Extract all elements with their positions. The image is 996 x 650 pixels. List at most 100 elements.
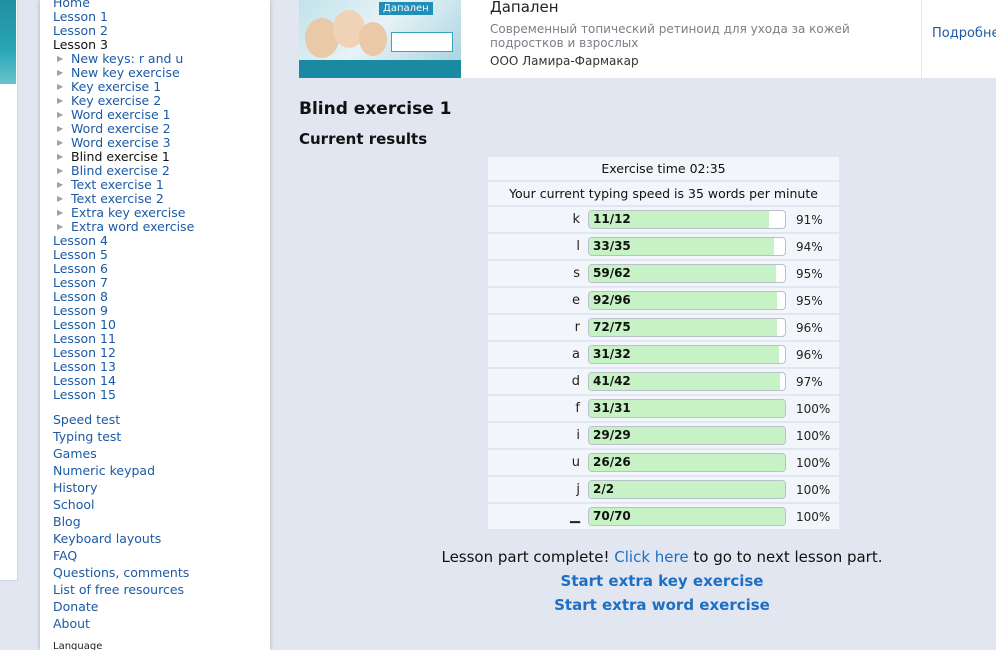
sidebar-link-lesson-12[interactable]: Lesson 12 (53, 345, 116, 360)
sidebar-item[interactable]: Lesson 6 (53, 262, 194, 276)
sidebar-link-history[interactable]: History (53, 480, 97, 495)
result-score: 33/35 (593, 239, 631, 253)
sidebar-subitem[interactable]: ▶ Word exercise 3 (57, 136, 194, 150)
sidebar-link-faq[interactable]: FAQ (53, 548, 77, 563)
sidebar-link-about[interactable]: About (53, 616, 90, 631)
sidebar-subitem[interactable]: ▶ Word exercise 1 (57, 108, 194, 122)
sidebar-item[interactable]: Lesson 5 (53, 248, 194, 262)
accuracy-bar: 70/70 (588, 507, 786, 526)
sidebar-item[interactable]: Lesson 11 (53, 332, 194, 346)
sidebar-link-blog[interactable]: Blog (53, 514, 81, 529)
sidebar-subitem[interactable]: ▶ Blind exercise 2 (57, 164, 194, 178)
sidebar-item[interactable]: List of free resources (53, 581, 189, 598)
sidebar-subitem[interactable]: ▶ Key exercise 1 (57, 80, 194, 94)
lesson-complete-message: Lesson part complete! Click here to go t… (299, 548, 996, 566)
sidebar-link-blind-exercise-2[interactable]: Blind exercise 2 (71, 163, 170, 178)
ad-more-link[interactable]: Подробне (932, 26, 996, 41)
sidebar-item[interactable]: Games (53, 445, 189, 462)
sidebar-link-free-resources[interactable]: List of free resources (53, 582, 184, 597)
sidebar-link-word-exercise-2[interactable]: Word exercise 2 (71, 121, 171, 136)
sidebar-link-lesson-8[interactable]: Lesson 8 (53, 289, 108, 304)
sidebar-lessons: Home Lesson 1 Lesson 2 Lesson 3 ▶ New key… (53, 0, 194, 402)
sidebar-link-school[interactable]: School (53, 497, 95, 512)
sidebar-item[interactable]: Speed test (53, 411, 189, 428)
sidebar-link-games[interactable]: Games (53, 446, 97, 461)
sidebar-link-lesson-4[interactable]: Lesson 4 (53, 233, 108, 248)
sidebar-link-key-exercise-2[interactable]: Key exercise 2 (71, 93, 161, 108)
start-extra-word-exercise-link[interactable]: Start extra word exercise (299, 596, 996, 614)
sidebar-link-key-exercise-1[interactable]: Key exercise 1 (71, 79, 161, 94)
sidebar-link-lesson-5[interactable]: Lesson 5 (53, 247, 108, 262)
sidebar-subitem[interactable]: ▶ Key exercise 2 (57, 94, 194, 108)
sidebar-item[interactable]: Numeric keypad (53, 462, 189, 479)
result-score: 41/42 (593, 374, 631, 388)
sidebar-link-lesson-6[interactable]: Lesson 6 (53, 261, 108, 276)
ad-title[interactable]: Дапален (490, 0, 559, 16)
sidebar-item[interactable]: Lesson 4 (53, 234, 194, 248)
sidebar-link-lesson-7[interactable]: Lesson 7 (53, 275, 108, 290)
sidebar-item[interactable]: Lesson 12 (53, 346, 194, 360)
sidebar-item[interactable]: Lesson 9 (53, 304, 194, 318)
sidebar-item[interactable]: Lesson 10 (53, 318, 194, 332)
sidebar-link-lesson-11[interactable]: Lesson 11 (53, 331, 116, 346)
sidebar-item[interactable]: About (53, 615, 189, 632)
ad-banner[interactable]: Дапален Дапален Современный топический р… (299, 0, 996, 78)
sidebar-link-lesson-15[interactable]: Lesson 15 (53, 387, 116, 402)
sidebar-link-extra-key-exercise[interactable]: Extra key exercise (71, 205, 185, 220)
sidebar-item[interactable]: Lesson 7 (53, 276, 194, 290)
sidebar-subitem[interactable]: ▶ New key exercise (57, 66, 194, 80)
sidebar-link-speed-test[interactable]: Speed test (53, 412, 120, 427)
sidebar-item[interactable]: Lesson 15 (53, 388, 194, 402)
sidebar-item[interactable]: Lesson 1 (53, 10, 194, 24)
sidebar-subitem[interactable]: ▶ New keys: r and u (57, 52, 194, 66)
sidebar-link-lesson-9[interactable]: Lesson 9 (53, 303, 108, 318)
sidebar-link-lesson-10[interactable]: Lesson 10 (53, 317, 116, 332)
sidebar-link-questions-comments[interactable]: Questions, comments (53, 565, 189, 580)
sidebar-link-text-exercise-2[interactable]: Text exercise 2 (71, 191, 164, 206)
sidebar-link-lesson-13[interactable]: Lesson 13 (53, 359, 116, 374)
sidebar-link-lesson-2[interactable]: Lesson 2 (53, 23, 108, 38)
ad-image[interactable]: Дапален (299, 0, 461, 78)
start-extra-key-exercise-link[interactable]: Start extra key exercise (299, 572, 996, 590)
result-bar-cell: 70/70 (588, 504, 788, 529)
sidebar-link-new-keys[interactable]: New keys: r and u (71, 51, 183, 66)
next-lesson-link[interactable]: Click here (614, 548, 688, 566)
ad-image-product-pack (391, 32, 453, 52)
ad-image-brand: Дапален (379, 2, 433, 15)
sidebar-subitem[interactable]: ▶ Extra word exercise (57, 220, 194, 234)
sidebar-subitem[interactable]: ▶ Word exercise 2 (57, 122, 194, 136)
sidebar-link-lesson-14[interactable]: Lesson 14 (53, 373, 116, 388)
sidebar-link-text-exercise-1[interactable]: Text exercise 1 (71, 177, 164, 192)
left-ad-banner[interactable] (0, 0, 18, 581)
sidebar-link-keyboard-layouts[interactable]: Keyboard layouts (53, 531, 161, 546)
sidebar-link-numeric-keypad[interactable]: Numeric keypad (53, 463, 155, 478)
sidebar-item[interactable]: Lesson 13 (53, 360, 194, 374)
sidebar-item[interactable]: Lesson 2 (53, 24, 194, 38)
sidebar-item[interactable]: History (53, 479, 189, 496)
sidebar-item[interactable]: Typing test (53, 428, 189, 445)
result-bar-cell: 41/42 (588, 369, 788, 394)
sidebar-item[interactable]: School (53, 496, 189, 513)
sidebar-item[interactable]: FAQ (53, 547, 189, 564)
sidebar-link-word-exercise-1[interactable]: Word exercise 1 (71, 107, 171, 122)
result-score: 72/75 (593, 320, 631, 334)
sidebar-subitem[interactable]: ▶ Text exercise 2 (57, 192, 194, 206)
sidebar-link-new-key-exercise[interactable]: New key exercise (71, 65, 180, 80)
sidebar-item[interactable]: Lesson 8 (53, 290, 194, 304)
language-label: Language (53, 641, 103, 650)
sidebar-item[interactable]: Lesson 14 (53, 374, 194, 388)
sidebar-link-typing-test[interactable]: Typing test (53, 429, 121, 444)
result-percent: 100% (788, 477, 839, 502)
sidebar-subitem[interactable]: ▶ Text exercise 1 (57, 178, 194, 192)
sidebar-item[interactable]: Questions, comments (53, 564, 189, 581)
sidebar-item[interactable]: Keyboard layouts (53, 530, 189, 547)
sidebar-link-lesson-1[interactable]: Lesson 1 (53, 9, 108, 24)
sidebar-item[interactable]: Blog (53, 513, 189, 530)
sidebar-link-donate[interactable]: Donate (53, 599, 98, 614)
sidebar-subitem[interactable]: ▶ Extra key exercise (57, 206, 194, 220)
sidebar-link-extra-word-exercise[interactable]: Extra word exercise (71, 219, 194, 234)
sidebar-link-word-exercise-3[interactable]: Word exercise 3 (71, 135, 171, 150)
triangle-right-icon: ▶ (57, 166, 64, 175)
sidebar-item[interactable]: Donate (53, 598, 189, 615)
triangle-right-icon: ▶ (57, 96, 64, 105)
